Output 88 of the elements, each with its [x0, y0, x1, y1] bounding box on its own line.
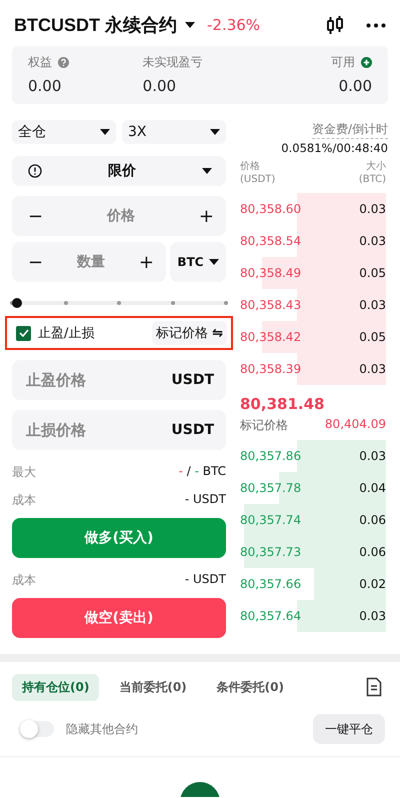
account-value: 0.00 [338, 77, 372, 95]
max-value: - / - BTC [178, 464, 226, 478]
symbol-title[interactable]: BTCUSDT 永续合约 [14, 13, 177, 37]
stop-loss-field[interactable]: 止损价格 USDT [12, 410, 226, 450]
position-tab[interactable]: 条件委托(0) [206, 674, 294, 700]
column-header: 价格 [240, 160, 261, 173]
mark-price: 80,404.09 [324, 417, 386, 433]
ask-price: 80,358.49 [240, 266, 302, 280]
bid-price: 80,357.73 [240, 545, 302, 559]
tpsl-label: 止盈/止损 [38, 325, 94, 342]
document-icon[interactable] [366, 677, 382, 697]
ask-price: 80,358.39 [240, 362, 302, 376]
plus-button[interactable]: + [138, 252, 154, 272]
bid-price: 80,357.86 [240, 449, 302, 463]
account-value: 0.00 [142, 77, 178, 95]
price-field[interactable]: − 价格 + [12, 196, 226, 236]
unit-select[interactable]: BTC [170, 242, 226, 282]
close-all-button[interactable]: 一键平仓 [313, 714, 385, 744]
order-size: 0.03 [359, 202, 386, 216]
mark-price-label: 标记价格 [240, 417, 288, 434]
toggle-label: 隐藏其他合约 [66, 720, 138, 738]
ask-price: 80,358.54 [240, 234, 302, 248]
funding-label: 资金费/倒计时 [312, 121, 388, 139]
add-icon[interactable] [361, 57, 372, 68]
bid-price: 80,357.66 [240, 577, 302, 591]
cost-label: 成本 [12, 572, 36, 586]
check-icon [18, 329, 28, 337]
order-size: 0.04 [359, 481, 386, 495]
trigger-price-button[interactable]: 标记价格 ⇋ [152, 321, 227, 345]
order-size: 0.06 [359, 513, 386, 527]
column-unit: (USDT) [240, 174, 276, 185]
caret-icon[interactable] [185, 22, 195, 28]
more-icon[interactable] [366, 22, 386, 28]
amount-slider[interactable] [12, 298, 226, 308]
order-size: 0.03 [359, 234, 386, 248]
account-label: 可用 [331, 54, 356, 71]
max-label: 最大 [12, 464, 36, 478]
account-label: 未实现盈亏 [142, 54, 203, 71]
minus-button[interactable]: − [28, 252, 44, 272]
buy-long-button[interactable]: 做多(买入) [12, 518, 226, 558]
quantity-field[interactable]: − 数量 + [12, 242, 166, 282]
column-header: 大小 [366, 160, 386, 173]
caret-icon [210, 129, 220, 135]
take-profit-field[interactable]: 止盈价格 USDT [12, 360, 226, 400]
take-profit-input[interactable]: 止盈价格 [24, 370, 172, 390]
position-tab[interactable]: 持有仓位(0) [12, 674, 100, 700]
order-size: 0.05 [359, 266, 386, 280]
account-value: 0.00 [28, 77, 62, 95]
account-label: 权益 [28, 54, 52, 71]
caret-icon [202, 168, 212, 174]
order-type-select[interactable]: 限价 [12, 156, 226, 186]
order-size: 0.03 [359, 609, 386, 623]
minus-button[interactable]: − [28, 206, 44, 226]
cost-label: 成本 [12, 492, 36, 506]
caret-icon [100, 129, 110, 135]
candlestick-icon[interactable] [326, 15, 344, 35]
price-input[interactable]: 价格 [43, 207, 199, 225]
stop-loss-input[interactable]: 止损价格 [24, 420, 172, 440]
info-icon [28, 164, 42, 178]
bid-price: 80,357.78 [240, 481, 302, 495]
leverage-select[interactable]: 3X [122, 120, 226, 144]
last-price: 80,381.48 [240, 395, 326, 413]
margin-mode-select[interactable]: 全仓 [12, 120, 116, 144]
price-change: -2.36% [207, 16, 260, 34]
bid-price: 80,357.64 [240, 609, 302, 623]
order-size: 0.02 [359, 577, 386, 591]
help-icon[interactable] [58, 57, 69, 68]
checkbox[interactable] [16, 326, 31, 340]
toggle-switch[interactable] [20, 721, 54, 737]
position-tab[interactable]: 当前委托(0) [109, 674, 197, 700]
plus-button[interactable]: + [198, 206, 214, 226]
cost-value: - USDT [184, 492, 226, 506]
order-size: 0.03 [359, 298, 386, 312]
order-size: 0.06 [359, 545, 386, 559]
unit-label: USDT [171, 422, 214, 438]
caret-icon [208, 259, 219, 265]
ask-price: 80,358.43 [240, 298, 302, 312]
cost-value: - USDT [184, 572, 226, 586]
order-size: 0.03 [359, 449, 386, 463]
ask-price: 80,358.42 [240, 330, 302, 344]
funding-value: 0.0581%/00:48:40 [281, 141, 388, 155]
bid-price: 80,357.74 [240, 513, 302, 527]
unit-label: USDT [171, 372, 214, 388]
order-size: 0.03 [359, 362, 386, 376]
ask-price: 80,358.60 [240, 202, 302, 216]
quantity-input[interactable]: 数量 [43, 253, 139, 271]
order-size: 0.05 [359, 330, 386, 344]
column-unit: (BTC) [358, 174, 386, 185]
